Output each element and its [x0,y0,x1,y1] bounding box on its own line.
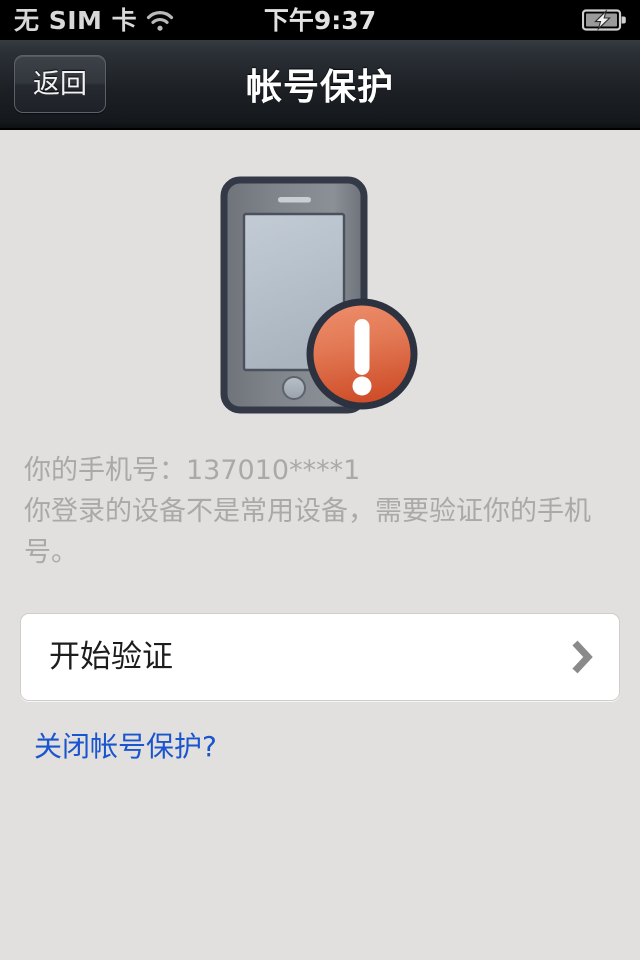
battery-charging-icon [582,9,626,31]
app-screen: 无 SIM 卡 下午9:37 返回 帐号保护 你的手机号：137010****1… [0,0,640,960]
footer-link-row: 关闭帐号保护? [34,733,640,761]
info-text-block: 你的手机号：137010****1 你登录的设备不是常用设备，需要验证你的手机号… [24,450,618,573]
back-button-label: 返回 [33,68,87,100]
wifi-icon [146,10,174,32]
clock-label: 下午9:37 [263,5,377,35]
status-bar-left: 无 SIM 卡 [0,8,174,33]
chevron-right-icon [571,640,593,674]
status-bar: 无 SIM 卡 下午9:37 [0,0,640,40]
carrier-label: 无 SIM 卡 [14,5,138,35]
status-bar-right [582,9,640,31]
phone-number-line: 你的手机号：137010****1 [24,455,361,486]
phone-with-warning-badge-icon [220,176,418,414]
disable-account-protection-link[interactable]: 关闭帐号保护? [34,730,217,763]
start-verification-button[interactable]: 开始验证 [20,613,620,702]
back-button[interactable]: 返回 [14,55,106,113]
navigation-bar: 返回 帐号保护 [0,40,640,130]
start-verification-label: 开始验证 [49,638,173,675]
main-content: 你的手机号：137010****1 你登录的设备不是常用设备，需要验证你的手机号… [0,130,640,960]
verification-description: 你登录的设备不是常用设备，需要验证你的手机号。 [24,496,591,569]
